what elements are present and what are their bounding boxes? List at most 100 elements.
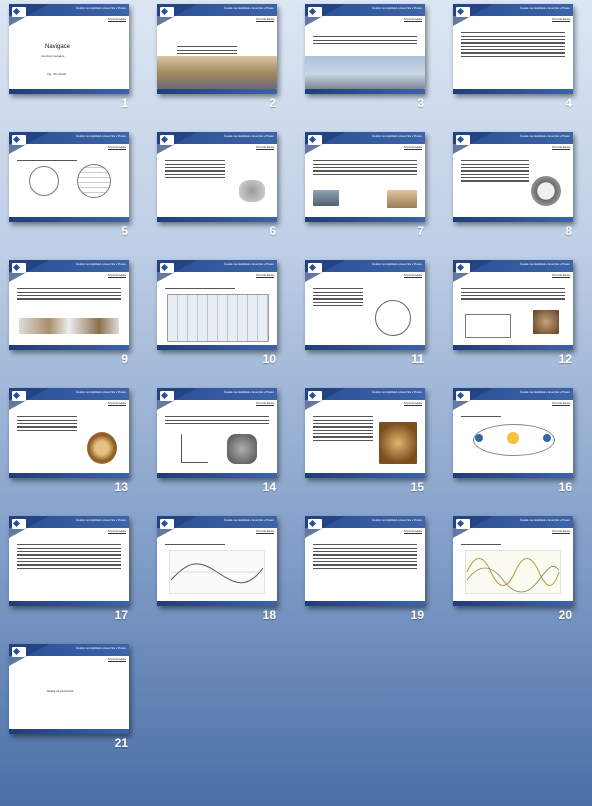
slide-number: 4 — [565, 96, 572, 110]
slide-number: 17 — [114, 608, 128, 622]
faculty-logo — [12, 135, 26, 145]
slide-header-text: Česká zemědělská univerzita v Praze — [75, 134, 126, 138]
slide-cell: Česká zemědělská univerzita v Praze Tech… — [0, 256, 140, 381]
slide-title: Navigace — [45, 44, 71, 50]
slide-number: 5 — [121, 224, 128, 238]
slide-cell: Česká zemědělská univerzita v Praze Tech… — [444, 256, 584, 381]
slide-header-text: Česká zemědělská univerzita v Praze — [519, 262, 570, 266]
slide-cell: Česká zemědělská univerzita v Praze Tech… — [0, 512, 140, 637]
slide-header-text: Česká zemědělská univerzita v Praze — [519, 518, 570, 522]
slide-thumbnail[interactable]: Česká zemědělská univerzita v Praze Tech… — [453, 388, 573, 478]
slide-header-subtext: Technická fakulta — [551, 402, 570, 406]
slide-footer-bar — [9, 89, 129, 94]
slide-cell: Česká zemědělská univerzita v Praze Tech… — [0, 0, 140, 125]
curve-chart — [169, 550, 265, 594]
slide-cell: Česká zemědělská univerzita v Praze Tech… — [148, 256, 288, 381]
slide-thumbnail[interactable]: Česká zemědělská univerzita v Praze Tech… — [157, 4, 277, 94]
slide-cell: Česká zemědělská univerzita v Praze Tech… — [0, 128, 140, 253]
slide-header-text: Česká zemědělská univerzita v Praze — [371, 262, 422, 266]
slide-header-subtext: Technická fakulta — [107, 658, 126, 662]
slide-thumbnail[interactable]: Česká zemědělská univerzita v Praze Tech… — [9, 388, 129, 478]
slide-thumbnail[interactable]: Česká zemědělská univerzita v Praze Tech… — [157, 388, 277, 478]
slide-header-text: Česká zemědělská univerzita v Praze — [75, 646, 126, 650]
slide-header-subtext: Technická fakulta — [255, 18, 274, 22]
slide-thumbnail[interactable]: Česká zemědělská univerzita v Praze Tech… — [9, 260, 129, 350]
slide-cell: Česká zemědělská univerzita v Praze Tech… — [296, 128, 436, 253]
faculty-logo — [12, 263, 26, 273]
slide-header-subtext: Technická fakulta — [551, 274, 570, 278]
slide-header-subtext: Technická fakulta — [107, 530, 126, 534]
slide-thumbnail[interactable]: Česká zemědělská univerzita v Praze Tech… — [305, 516, 425, 606]
slide-header-subtext: Technická fakulta — [107, 146, 126, 150]
slide-cell: Česká zemědělská univerzita v Praze Tech… — [444, 384, 584, 509]
slide-number: 13 — [114, 480, 128, 494]
shell-image — [239, 180, 265, 202]
slide-thumbnail[interactable]: Česká zemědělská univerzita v Praze Tech… — [305, 260, 425, 350]
slide-header-subtext: Technická fakulta — [551, 146, 570, 150]
slide-thumbnail[interactable]: Česká zemědělská univerzita v Praze Tech… — [305, 388, 425, 478]
globe-diagram — [77, 164, 111, 198]
slide-number: 21 — [114, 736, 128, 750]
slide-number: 10 — [262, 352, 276, 366]
slide-header-subtext: Technická fakulta — [255, 530, 274, 534]
slide-number: 14 — [262, 480, 276, 494]
faculty-logo — [160, 7, 174, 17]
faculty-logo — [456, 135, 470, 145]
faculty-logo — [308, 519, 322, 529]
astrolabe-diagram — [465, 314, 511, 338]
slide-thumbnail[interactable]: Česká zemědělská univerzita v Praze Tech… — [157, 260, 277, 350]
faculty-logo — [308, 391, 322, 401]
sextant-diagram — [181, 434, 208, 463]
slide-header-text: Česká zemědělská univerzita v Praze — [371, 6, 422, 10]
slide-cell: Česká zemědělská univerzita v Praze Tech… — [296, 384, 436, 509]
faculty-logo — [456, 519, 470, 529]
slide-header-text: Česká zemědělská univerzita v Praze — [371, 390, 422, 394]
slide-thumbnail[interactable]: Česká zemědělská univerzita v Praze Tech… — [453, 132, 573, 222]
faculty-logo — [12, 391, 26, 401]
slide-thumbnail[interactable]: Česká zemědělská univerzita v Praze Tech… — [453, 260, 573, 350]
slide-cell: Česká zemědělská univerzita v Praze Tech… — [444, 512, 584, 637]
slide-number: 18 — [262, 608, 276, 622]
slide-number: 15 — [410, 480, 424, 494]
slide-number: 12 — [558, 352, 572, 366]
slide-thumbnail[interactable]: Česká zemědělská univerzita v Praze Tech… — [157, 132, 277, 222]
slide-header-subtext: Technická fakulta — [255, 402, 274, 406]
slide-thumbnail[interactable]: Česká zemědělská univerzita v Praze Tech… — [9, 516, 129, 606]
slide-cell: Česká zemědělská univerzita v Praze Tech… — [296, 0, 436, 125]
sun-icon — [507, 432, 519, 444]
circle-diagram — [375, 300, 411, 336]
slide-header-text: Česká zemědělská univerzita v Praze — [371, 518, 422, 522]
slide-header-text: Česká zemědělská univerzita v Praze — [223, 262, 274, 266]
slide-header-subtext: Technická fakulta — [107, 18, 126, 22]
slide-cell: Česká zemědělská univerzita v Praze Tech… — [444, 128, 584, 253]
slide-thumbnail[interactable]: Česká zemědělská univerzita v Praze Tech… — [453, 516, 573, 606]
slide-number: 20 — [558, 608, 572, 622]
slide-number: 2 — [269, 96, 276, 110]
slide-header-subtext: Technická fakulta — [551, 18, 570, 22]
slide-thumbnail[interactable]: Česká zemědělská univerzita v Praze Tech… — [9, 4, 129, 94]
faculty-logo — [160, 391, 174, 401]
closing-text: Děkuji za pozornost — [47, 689, 74, 693]
slide-thumbnail[interactable]: Česká zemědělská univerzita v Praze Tech… — [453, 4, 573, 94]
slide-thumbnail[interactable]: Česká zemědělská univerzita v Praze Tech… — [157, 516, 277, 606]
slide-thumbnail[interactable]: Česká zemědělská univerzita v Praze Tech… — [9, 644, 129, 734]
globe-diagram — [29, 166, 59, 196]
astrolabe-image — [533, 310, 559, 334]
slide-header-text: Česká zemědělská univerzita v Praze — [75, 262, 126, 266]
slide-cell: Česká zemědělská univerzita v Praze Tech… — [296, 512, 436, 637]
slide-cell: Česká zemědělská univerzita v Praze Tech… — [148, 512, 288, 637]
faculty-logo — [308, 7, 322, 17]
slide-header-subtext: Technická fakulta — [107, 274, 126, 278]
slide-thumbnail[interactable]: Česká zemědělská univerzita v Praze Tech… — [305, 132, 425, 222]
faculty-logo — [456, 263, 470, 273]
compass-image — [531, 176, 561, 206]
slide-number: 3 — [417, 96, 424, 110]
slide-thumbnail[interactable]: Česká zemědělská univerzita v Praze Tech… — [9, 132, 129, 222]
slide-number: 7 — [417, 224, 424, 238]
faculty-logo — [308, 263, 322, 273]
slide-cell: Česká zemědělská univerzita v Praze Tech… — [148, 384, 288, 509]
faculty-logo — [12, 7, 26, 17]
slide-thumbnail[interactable]: Česká zemědělská univerzita v Praze Tech… — [305, 4, 425, 94]
bridge-image — [305, 56, 425, 89]
slide-number: 16 — [558, 480, 572, 494]
